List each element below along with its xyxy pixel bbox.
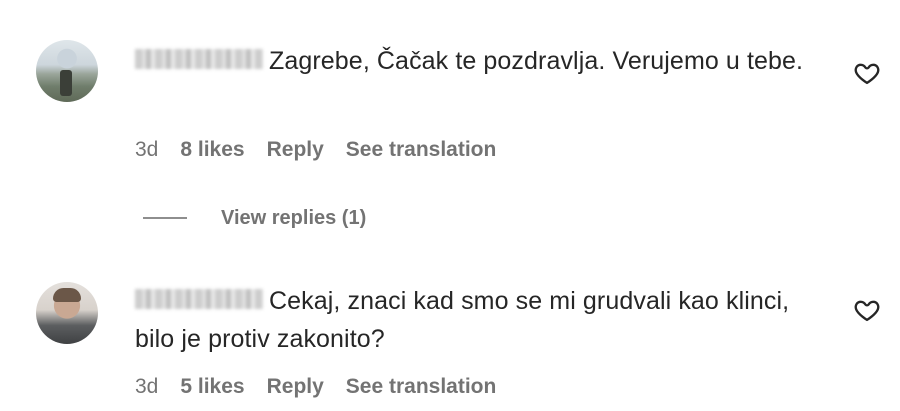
likes-count[interactable]: 8 likes bbox=[180, 138, 244, 161]
username-blurred[interactable] bbox=[135, 49, 263, 70]
view-replies-label[interactable]: View replies (1) bbox=[221, 207, 366, 230]
avatar[interactable] bbox=[36, 40, 98, 102]
likes-count[interactable]: 5 likes bbox=[180, 375, 244, 398]
reply-button[interactable]: Reply bbox=[267, 375, 324, 398]
heart-icon[interactable] bbox=[853, 59, 881, 87]
avatar[interactable] bbox=[36, 282, 98, 344]
comment-meta: 3d 8 likes Reply See translation bbox=[135, 138, 518, 162]
comment-text: Cekaj, znaci kad smo se mi grudvali kao … bbox=[135, 282, 835, 358]
view-replies-button[interactable]: View replies (1) bbox=[143, 206, 366, 230]
username-blurred[interactable] bbox=[135, 289, 263, 310]
see-translation-button[interactable]: See translation bbox=[346, 138, 497, 161]
comment-meta: 3d 5 likes Reply See translation bbox=[135, 375, 518, 399]
reply-button[interactable]: Reply bbox=[267, 138, 324, 161]
comment-body: Zagrebe, Čačak te pozdravlja. Verujemo u… bbox=[269, 47, 804, 75]
heart-icon[interactable] bbox=[853, 296, 881, 324]
replies-divider bbox=[143, 217, 187, 219]
comment-text: Zagrebe, Čačak te pozdravlja. Verujemo u… bbox=[135, 42, 835, 80]
timestamp: 3d bbox=[135, 375, 159, 398]
see-translation-button[interactable]: See translation bbox=[346, 375, 497, 398]
timestamp: 3d bbox=[135, 138, 159, 161]
